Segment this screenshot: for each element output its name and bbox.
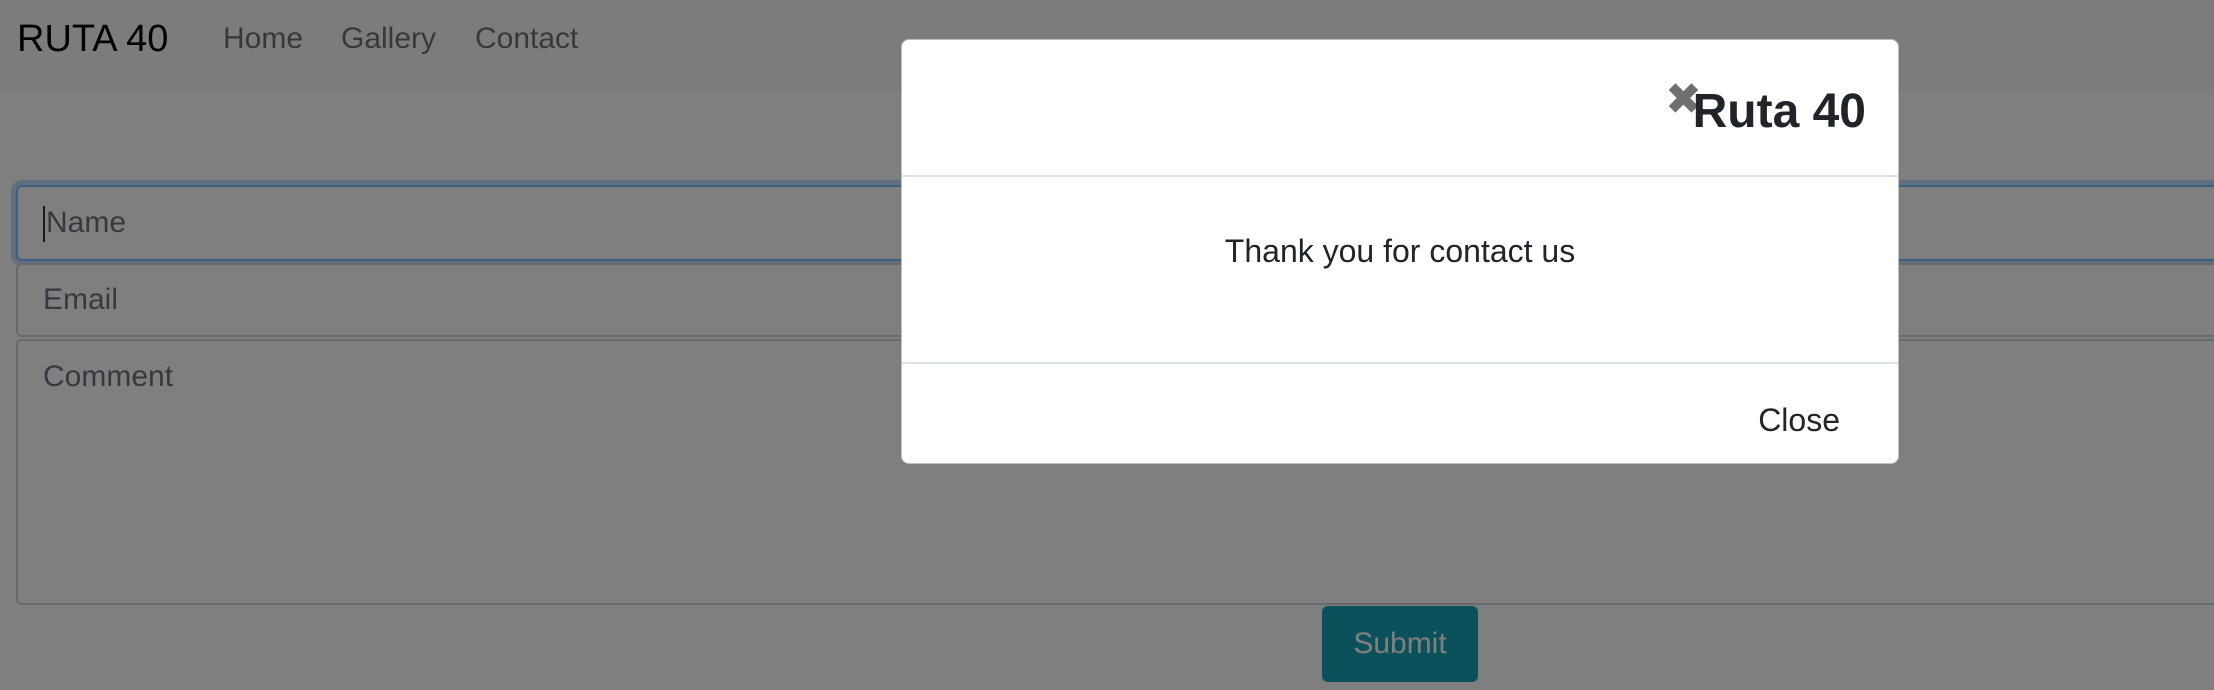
modal-dialog: ✖ Ruta 40 Thank you for contact us Close: [901, 39, 1899, 464]
modal-body: Thank you for contact us: [902, 177, 1898, 364]
close-button[interactable]: Close: [1758, 400, 1840, 440]
page: RUTA 40 Home Gallery Contact Name Email …: [0, 0, 2214, 690]
modal-message: Thank you for contact us: [1224, 233, 1576, 269]
modal-footer: Close: [902, 364, 1898, 463]
modal-title: Ruta 40: [1692, 85, 1866, 138]
